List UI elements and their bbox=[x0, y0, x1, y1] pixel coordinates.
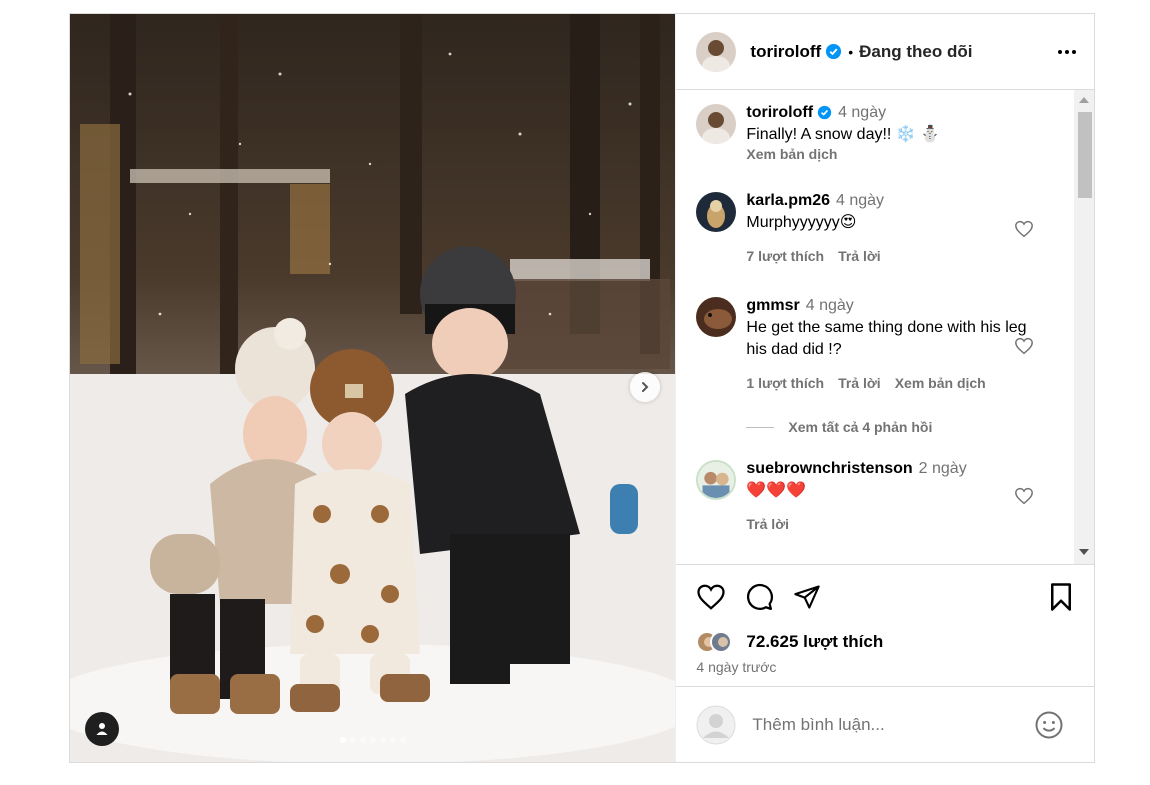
comment-item: karla.pm26 4 ngày Murphyyyyyy😍 7 lượt thí… bbox=[696, 192, 1056, 264]
photo-snow-scene bbox=[70, 14, 676, 762]
liker-avatars bbox=[696, 631, 742, 653]
commenter-avatar[interactable] bbox=[696, 192, 737, 232]
carousel-indicator bbox=[70, 737, 675, 743]
caption-time[interactable]: 4 ngày bbox=[838, 104, 886, 121]
bookmark-icon[interactable] bbox=[1048, 582, 1074, 612]
comment-item: suebrownchristenson 2 ngày ❤️❤️❤️ Trả lời bbox=[696, 460, 1056, 532]
comment-likes[interactable]: 1 lượt thích bbox=[746, 375, 824, 391]
following-button[interactable]: Đang theo dõi bbox=[859, 42, 972, 62]
carousel-dot bbox=[350, 737, 356, 743]
comment-like-heart-icon[interactable] bbox=[1014, 337, 1034, 355]
post-side-panel: toriroloff • Đang theo dõi toriroloff 4 n… bbox=[675, 14, 1094, 762]
caption-username[interactable]: toriroloff bbox=[746, 104, 813, 121]
replies-divider-line bbox=[746, 426, 775, 428]
commenter-avatar[interactable] bbox=[696, 297, 737, 337]
scroll-up-arrow-icon[interactable] bbox=[1074, 92, 1094, 108]
caption: toriroloff 4 ngày Finally! A snow day!! ❄… bbox=[696, 104, 1056, 162]
share-plane-icon[interactable] bbox=[792, 583, 822, 611]
comment-input[interactable]: Thêm bình luận... bbox=[752, 715, 1034, 735]
commenter-avatar[interactable] bbox=[696, 460, 737, 500]
verified-badge-icon bbox=[817, 105, 832, 120]
author-avatar[interactable] bbox=[696, 104, 737, 144]
carousel-dot bbox=[400, 737, 406, 743]
comment-likes[interactable]: 7 lượt thích bbox=[746, 248, 824, 264]
author-username[interactable]: toriroloff bbox=[750, 42, 821, 62]
post-photo[interactable] bbox=[70, 14, 676, 762]
comments-scrollbar[interactable] bbox=[1074, 90, 1094, 564]
post-header: toriroloff • Đang theo dõi bbox=[676, 14, 1094, 90]
carousel-dot bbox=[380, 737, 386, 743]
comment-text: He get the same thing done with his leg … bbox=[746, 319, 1027, 358]
current-user-avatar bbox=[696, 705, 736, 745]
likes-summary: 72.625 lượt thích bbox=[676, 629, 1094, 655]
author-avatar[interactable] bbox=[696, 31, 737, 72]
carousel-dot bbox=[340, 737, 346, 743]
post-actions bbox=[676, 565, 1094, 629]
comment-time[interactable]: 4 ngày bbox=[836, 192, 884, 209]
comment-like-heart-icon[interactable] bbox=[1014, 220, 1034, 238]
chevron-right-icon bbox=[642, 382, 649, 392]
post-time[interactable]: 4 ngày trước bbox=[676, 655, 1094, 675]
reply-button[interactable]: Trả lời bbox=[838, 248, 881, 264]
scroll-down-arrow-icon[interactable] bbox=[1074, 544, 1094, 560]
comment-username[interactable]: suebrownchristenson bbox=[746, 460, 912, 477]
comment-like-heart-icon[interactable] bbox=[1014, 487, 1034, 505]
heart-icon[interactable] bbox=[696, 583, 726, 611]
comment-bubble-icon[interactable] bbox=[744, 582, 774, 612]
comments-list[interactable]: toriroloff 4 ngày Finally! A snow day!! ❄… bbox=[676, 90, 1094, 565]
comment-username[interactable]: karla.pm26 bbox=[746, 192, 830, 209]
verified-badge-icon bbox=[825, 43, 842, 60]
emoji-icon[interactable] bbox=[1034, 710, 1064, 740]
more-options-icon[interactable] bbox=[1056, 44, 1078, 60]
comment-username[interactable]: gmmsr bbox=[746, 297, 799, 314]
reply-button[interactable]: Trả lời bbox=[838, 375, 881, 391]
comment-item: gmmsr 4 ngày He get the same thing done w… bbox=[696, 297, 1056, 391]
add-comment-bar: Thêm bình luận... bbox=[676, 686, 1094, 762]
carousel-dot bbox=[370, 737, 376, 743]
view-replies-label: Xem tất cả 4 phản hồi bbox=[788, 419, 933, 435]
comment-text: ❤️❤️❤️ bbox=[746, 482, 807, 499]
likes-count[interactable]: 72.625 lượt thích bbox=[746, 632, 883, 652]
translate-comment-link[interactable]: Xem bản dịch bbox=[895, 375, 986, 391]
view-replies-link[interactable]: Xem tất cả 4 phản hồi bbox=[746, 419, 932, 435]
carousel-dot bbox=[390, 737, 396, 743]
reply-button[interactable]: Trả lời bbox=[746, 516, 789, 532]
user-tag-icon bbox=[96, 723, 108, 735]
comment-text: Murphyyyyyy😍 bbox=[746, 214, 857, 231]
comment-time[interactable]: 2 ngày bbox=[919, 460, 967, 477]
header-separator: • bbox=[848, 43, 854, 60]
post-dialog: toriroloff • Đang theo dõi toriroloff 4 n… bbox=[69, 13, 1095, 763]
scrollbar-thumb[interactable] bbox=[1078, 112, 1092, 198]
translate-caption-link[interactable]: Xem bản dịch bbox=[746, 146, 1046, 162]
next-photo-button[interactable] bbox=[630, 372, 660, 402]
comment-time[interactable]: 4 ngày bbox=[806, 297, 854, 314]
carousel-dot bbox=[360, 737, 366, 743]
caption-text: Finally! A snow day!! ❄️ ⛄ bbox=[746, 126, 941, 143]
